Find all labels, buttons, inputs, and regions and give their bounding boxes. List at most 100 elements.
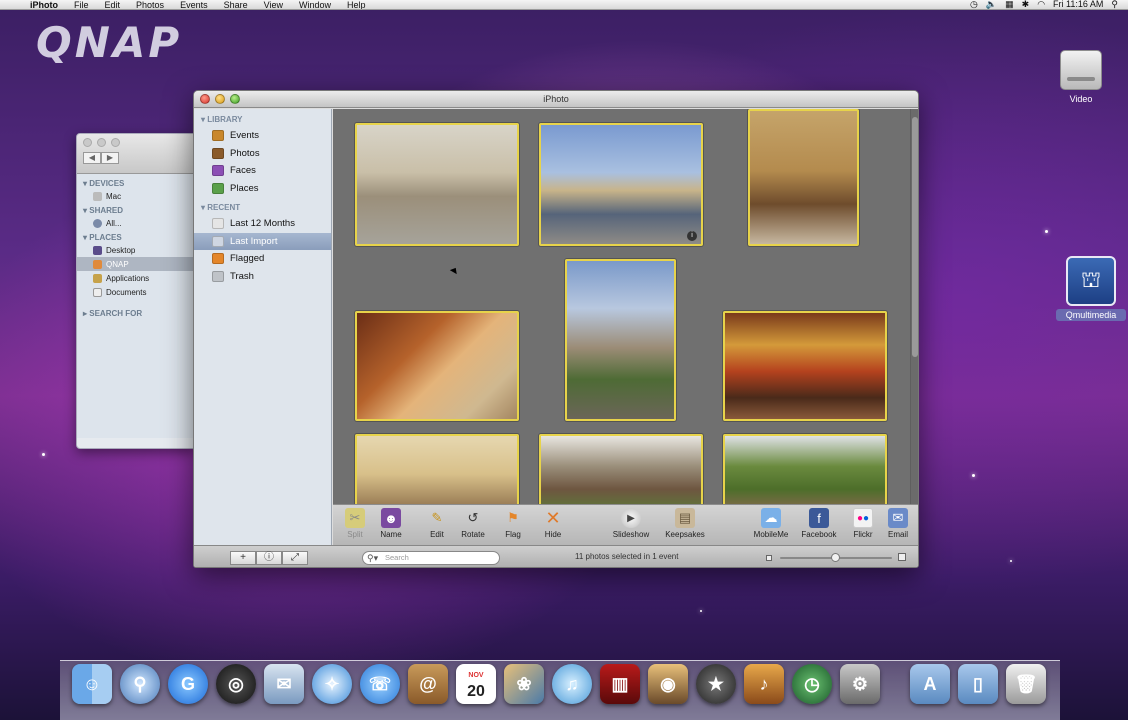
menu-clock[interactable]: Fri 11:16 AM: [1053, 0, 1103, 9]
dock-safari[interactable]: ✧: [312, 664, 352, 704]
dock-itunes[interactable]: ♫: [552, 664, 592, 704]
flag-input-icon[interactable]: ▦: [1005, 0, 1014, 9]
menu-window[interactable]: Window: [291, 0, 339, 9]
finder-section-places[interactable]: ▾ PLACES: [77, 230, 193, 243]
dock-garageband[interactable]: ♪: [744, 664, 784, 704]
dock-time-machine[interactable]: ◷: [792, 664, 832, 704]
menu-file[interactable]: File: [66, 0, 97, 9]
spotlight-icon[interactable]: ⚲: [1111, 0, 1118, 9]
sidebar-item-trash[interactable]: Trash: [194, 268, 331, 286]
minimize-button[interactable]: [97, 138, 106, 147]
close-button[interactable]: [200, 94, 210, 104]
menu-view[interactable]: View: [256, 0, 291, 9]
finder-item-desktop[interactable]: Desktop: [77, 243, 193, 257]
search-icon[interactable]: ⚲▾: [367, 552, 378, 564]
finder-item-all[interactable]: All...: [77, 216, 193, 230]
finder-item-applications[interactable]: Applications: [77, 271, 193, 285]
flickr-button[interactable]: ● ● Flickr: [843, 508, 883, 539]
sidebar-item-photos[interactable]: Photos: [194, 145, 331, 163]
dock-imovie[interactable]: ★: [696, 664, 736, 704]
photo-grid-scrollbar[interactable]: [910, 109, 918, 504]
recent-header[interactable]: ▾ RECENT: [194, 197, 331, 215]
finder-item-mac[interactable]: Mac: [77, 189, 193, 203]
iphoto-titlebar[interactable]: iPhoto: [194, 91, 918, 108]
volume-icon[interactable]: 🔈: [986, 0, 997, 9]
dock-ichat[interactable]: ☏: [360, 664, 400, 704]
dock-applications-folder[interactable]: A: [910, 664, 950, 704]
forward-button[interactable]: ▶: [101, 152, 119, 164]
dock-front-row[interactable]: ▥: [600, 664, 640, 704]
hide-button[interactable]: ✕ Hide: [533, 508, 573, 540]
dock-photo-booth[interactable]: ◉: [648, 664, 688, 704]
dock-spotlight[interactable]: ⚲: [120, 664, 160, 704]
info-icon[interactable]: i: [687, 231, 697, 241]
photo-thumbnail[interactable]: [355, 434, 519, 504]
finder-item-documents[interactable]: Documents: [77, 285, 193, 299]
sidebar-item-flagged[interactable]: Flagged: [194, 250, 331, 268]
edit-button[interactable]: ✎ Edit: [417, 508, 457, 539]
bluetooth-icon[interactable]: ✱: [1022, 0, 1030, 9]
photo-thumbnail[interactable]: [723, 311, 887, 421]
mobileme-button[interactable]: ☁ MobileMe: [747, 508, 795, 539]
dock-ical[interactable]: NOV 20: [456, 664, 496, 704]
dock-finder[interactable]: ☺: [72, 664, 112, 704]
finder-section-search[interactable]: ▸ SEARCH FOR: [77, 299, 193, 319]
slideshow-button[interactable]: ▶ Slideshow: [611, 508, 651, 539]
dock-google[interactable]: G: [168, 664, 208, 704]
dock-documents-folder[interactable]: ▯: [958, 664, 998, 704]
close-button[interactable]: [83, 138, 92, 147]
zoom-button[interactable]: [230, 94, 240, 104]
back-button[interactable]: ◀: [83, 152, 101, 164]
info-button[interactable]: ⓘ: [256, 551, 282, 565]
zoom-button[interactable]: [111, 138, 120, 147]
search-field[interactable]: ⚲▾ Search: [362, 551, 500, 565]
finder-item-qnap[interactable]: QNAP: [77, 257, 193, 271]
finder-section-shared[interactable]: ▾ SHARED: [77, 203, 193, 216]
sidebar-item-faces[interactable]: Faces: [194, 162, 331, 180]
photo-thumbnail[interactable]: [355, 123, 519, 246]
sidebar-item-events[interactable]: Events: [194, 127, 331, 145]
iphoto-window[interactable]: iPhoto ▾ LIBRARY Events Photos Faces Pla…: [193, 90, 919, 568]
photo-thumbnail[interactable]: i: [539, 123, 703, 246]
menu-share[interactable]: Share: [216, 0, 256, 9]
photo-thumbnail[interactable]: [355, 311, 519, 421]
dock-dashboard[interactable]: ◎: [216, 664, 256, 704]
menu-edit[interactable]: Edit: [97, 0, 129, 9]
app-menu[interactable]: iPhoto: [16, 0, 66, 9]
photo-thumbnail[interactable]: [565, 259, 676, 421]
menu-events[interactable]: Events: [172, 0, 216, 9]
dock-system-preferences[interactable]: ⚙: [840, 664, 880, 704]
email-button[interactable]: ✉ Email: [878, 508, 918, 539]
name-button[interactable]: ☻ Name: [371, 508, 411, 539]
dock-iphoto[interactable]: ❀: [504, 664, 544, 704]
keepsakes-button[interactable]: ▤ Keepsakes: [661, 508, 709, 539]
facebook-button[interactable]: f Facebook: [795, 508, 843, 539]
timemachine-status-icon[interactable]: ◷: [970, 0, 978, 9]
finder-titlebar[interactable]: ◀ ▶: [77, 134, 193, 174]
split-button[interactable]: ✂ Split: [335, 508, 375, 539]
photo-thumbnail[interactable]: [723, 434, 887, 504]
dock-address-book[interactable]: @: [408, 664, 448, 704]
fullscreen-button[interactable]: ⤢: [282, 551, 308, 565]
flag-button[interactable]: ⚑ Flag: [493, 508, 533, 539]
menu-photos[interactable]: Photos: [128, 0, 172, 9]
photo-thumbnail[interactable]: [539, 434, 703, 504]
wifi-icon[interactable]: ◠: [1037, 0, 1045, 9]
zoom-slider[interactable]: [766, 552, 906, 564]
desktop-icon-qmultimedia[interactable]: ⛫ Qmultimedia: [1056, 256, 1126, 321]
finder-window[interactable]: ◀ ▶ ▾ DEVICES Mac ▾ SHARED All... ▾ PLAC…: [76, 133, 194, 449]
dock-trash[interactable]: 🗑: [1006, 664, 1046, 704]
library-header[interactable]: ▾ LIBRARY: [194, 109, 331, 127]
add-button[interactable]: +: [230, 551, 256, 565]
dock-mail[interactable]: ✉: [264, 664, 304, 704]
minimize-button[interactable]: [215, 94, 225, 104]
finder-section-devices[interactable]: ▾ DEVICES: [77, 176, 193, 189]
photo-thumbnail[interactable]: [748, 109, 859, 246]
sidebar-item-places[interactable]: Places: [194, 180, 331, 198]
zoom-knob[interactable]: [831, 553, 840, 562]
desktop-icon-video[interactable]: Video: [1056, 50, 1106, 104]
rotate-button[interactable]: ↺ Rotate: [453, 508, 493, 539]
scrollbar-thumb[interactable]: [912, 117, 918, 357]
sidebar-item-last-import[interactable]: Last Import: [194, 232, 331, 250]
menu-help[interactable]: Help: [339, 0, 374, 9]
